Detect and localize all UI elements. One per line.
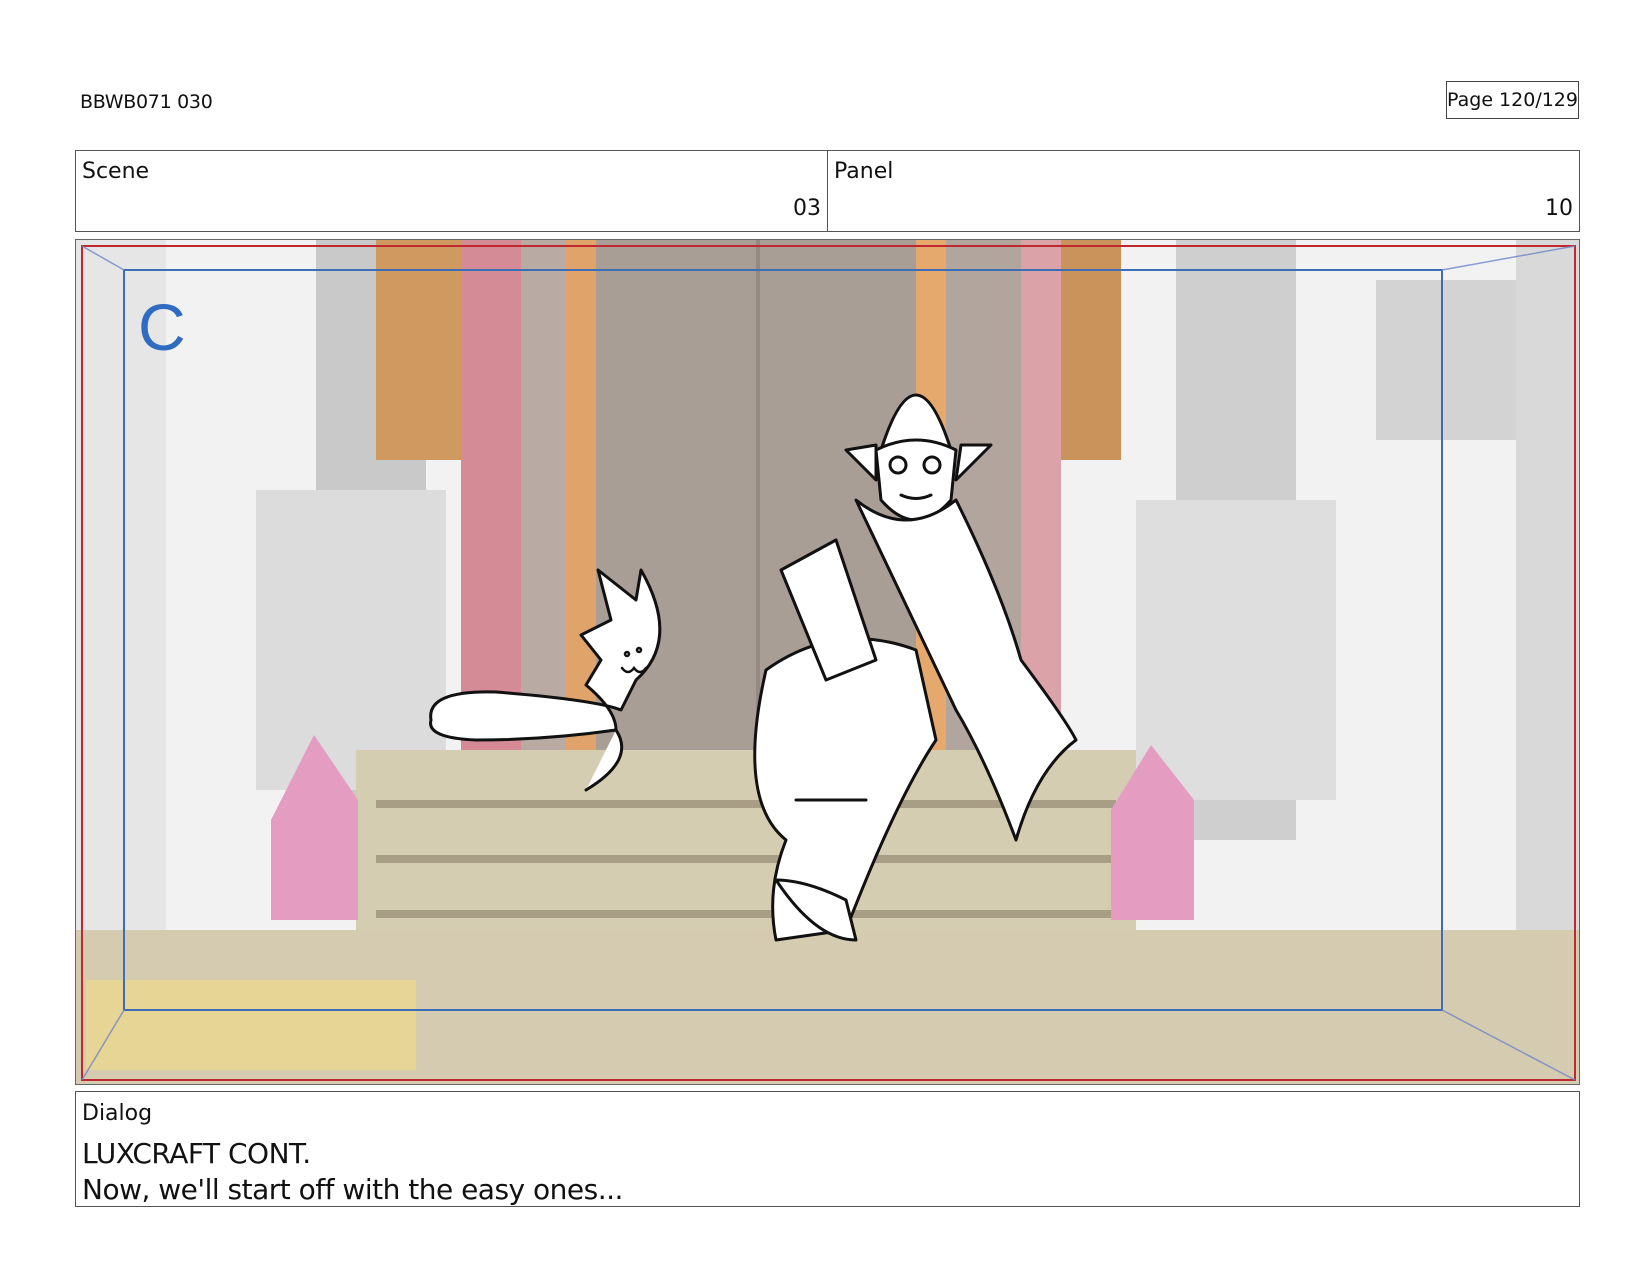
page-indicator: Page 120/129 xyxy=(1446,81,1579,119)
camera-letter: C xyxy=(138,290,186,364)
scene-cell: Scene 03 xyxy=(76,151,827,231)
scene-number: 03 xyxy=(793,196,821,221)
dialog-lines: LUXCRAFT CONT. Now, we'll start off with… xyxy=(82,1136,623,1208)
doc-id: BBWB071 030 xyxy=(80,91,213,113)
storyboard-image: C xyxy=(76,240,1579,1084)
storyboard-frame: C xyxy=(75,239,1580,1085)
panel-number: 10 xyxy=(1545,196,1573,221)
scene-panel-row: Scene 03 Panel 10 xyxy=(75,150,1580,232)
panel-label: Panel xyxy=(834,159,894,184)
scene-label: Scene xyxy=(82,159,150,184)
dialog-line: Now, we'll start off with the easy ones.… xyxy=(82,1173,623,1206)
dialog-character: LUXCRAFT CONT. xyxy=(82,1137,311,1170)
dialog-label: Dialog xyxy=(82,1101,153,1126)
panel-cell: Panel 10 xyxy=(827,151,1579,231)
dialog-box: Dialog LUXCRAFT CONT. Now, we'll start o… xyxy=(75,1091,1580,1207)
